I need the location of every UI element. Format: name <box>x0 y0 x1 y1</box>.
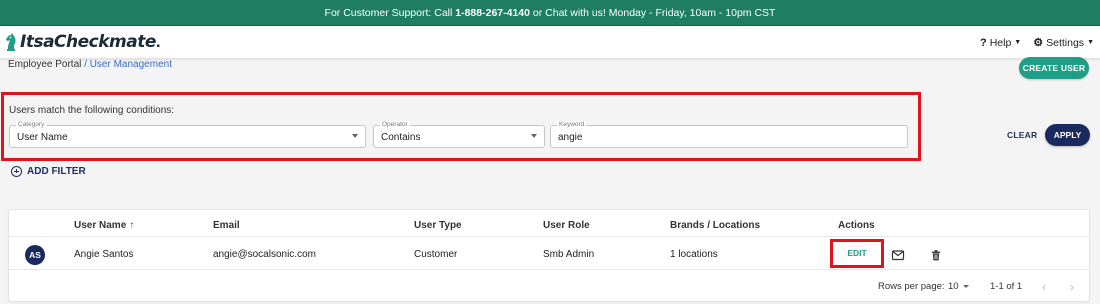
keyword-label: Keyword <box>557 121 587 129</box>
sort-arrow-up-icon: ↑ <box>129 220 135 231</box>
gear-icon: ⚙ <box>1033 37 1044 49</box>
filter-panel: Users match the following conditions: Ca… <box>1 92 921 161</box>
operator-select[interactable]: Operator Contains <box>373 121 545 148</box>
rows-per-page-select[interactable]: 10 <box>948 281 959 292</box>
header-menu: ? Help ▼ ⚙ Settings ▼ <box>980 26 1094 59</box>
cell-user-name: Angie Santos <box>74 249 134 260</box>
apply-button[interactable]: APPLY <box>1045 124 1090 146</box>
users-table: User Name ↑ Email User Type User Role Bra… <box>8 209 1090 302</box>
envelope-icon[interactable] <box>891 248 905 262</box>
trash-icon[interactable] <box>929 248 943 262</box>
brand-logo[interactable]: ItsaCheckmate. <box>4 29 161 55</box>
keyword-input[interactable]: Keyword angie <box>550 121 908 148</box>
keyword-value: angie <box>558 132 583 143</box>
support-phone[interactable]: 1-888-267-4140 <box>455 7 530 19</box>
category-select[interactable]: Category User Name <box>9 121 366 148</box>
operator-value: Contains <box>381 132 421 143</box>
breadcrumb-current[interactable]: / User Management <box>84 59 172 70</box>
chevron-left-icon[interactable]: ‹ <box>1042 280 1046 294</box>
conditions-label: Users match the following conditions: <box>9 105 175 116</box>
row-divider <box>9 269 1089 270</box>
banner-prefix: For Customer Support: Call <box>324 7 456 19</box>
col-header-brands-locations: Brands / Locations <box>670 220 761 231</box>
chevron-right-icon[interactable]: › <box>1070 280 1074 294</box>
cell-user-type: Customer <box>414 249 458 260</box>
chevron-down-icon: ▼ <box>1014 39 1022 46</box>
pagination-range: 1-1 of 1 <box>990 281 1023 292</box>
chevron-down-icon[interactable] <box>963 285 969 288</box>
rows-per-page-label: Rows per page: <box>878 281 945 292</box>
add-filter-button[interactable]: ADD FILTER <box>11 166 86 177</box>
header-divider <box>9 236 1089 237</box>
col-header-user-name[interactable]: User Name ↑ <box>74 220 134 231</box>
col-header-email: Email <box>213 220 240 231</box>
dropdown-arrow-icon <box>352 134 358 138</box>
clear-button[interactable]: CLEAR <box>1007 130 1037 140</box>
cell-user-role: Smb Admin <box>543 249 595 260</box>
banner-suffix: or Chat with us! Monday - Friday, 10am -… <box>529 7 776 19</box>
col-header-user-type: User Type <box>414 220 462 231</box>
cell-email: angie@socalsonic.com <box>213 249 316 260</box>
cell-locations: 1 locations <box>670 249 718 260</box>
settings-menu[interactable]: ⚙ Settings ▼ <box>1033 36 1094 50</box>
question-icon: ? <box>979 36 987 49</box>
create-user-button[interactable]: CREATE USER <box>1019 57 1089 79</box>
add-filter-label: ADD FILTER <box>27 166 86 177</box>
breadcrumb: Employee Portal / User Management <box>8 59 172 70</box>
edit-highlight: EDIT <box>830 239 884 268</box>
help-menu[interactable]: ? Help ▼ <box>980 37 1021 49</box>
help-label: Help <box>989 36 1012 49</box>
category-value: User Name <box>17 132 68 143</box>
category-label: Category <box>16 121 47 129</box>
support-banner: For Customer Support: Call 1-888-267-414… <box>0 0 1100 26</box>
app-header: ItsaCheckmate. ? Help ▼ ⚙ Settings ▼ <box>0 26 1100 59</box>
chevron-down-icon: ▼ <box>1087 39 1094 46</box>
col-label: User Name <box>74 220 127 231</box>
avatar: AS <box>25 245 45 265</box>
logo-dot: . <box>155 32 161 51</box>
settings-label: Settings <box>1046 36 1085 49</box>
col-header-user-role: User Role <box>543 220 590 231</box>
col-header-actions: Actions <box>838 220 875 231</box>
logo-text: ItsaCheckmate <box>20 32 156 52</box>
breadcrumb-root[interactable]: Employee Portal <box>8 59 81 70</box>
edit-button[interactable]: EDIT <box>833 242 881 265</box>
chess-knight-icon <box>6 33 16 51</box>
dropdown-arrow-icon <box>531 134 537 138</box>
plus-circle-icon <box>11 166 22 177</box>
operator-label: Operator <box>380 121 410 129</box>
